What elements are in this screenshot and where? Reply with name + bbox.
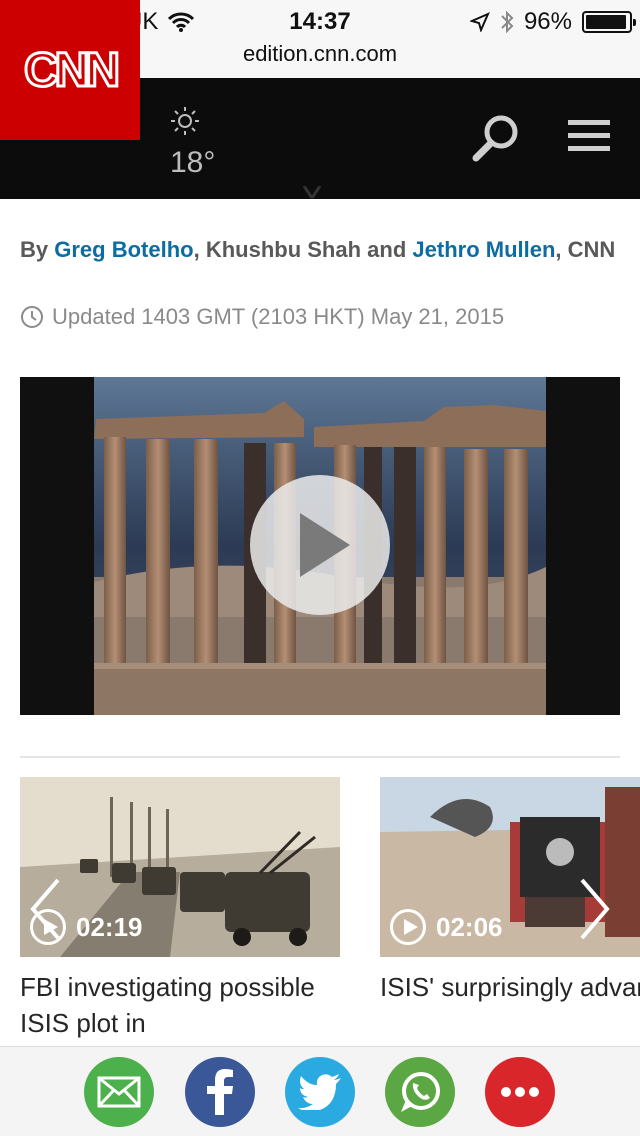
author-link-greg-botelho[interactable]: Greg Botelho bbox=[54, 237, 193, 262]
sun-icon bbox=[171, 107, 199, 135]
location-arrow-icon bbox=[469, 12, 490, 32]
share-whatsapp-button[interactable] bbox=[385, 1057, 455, 1127]
hamburger-menu-button[interactable] bbox=[568, 120, 610, 159]
video-card[interactable]: 02:19 FBI investigating possible ISIS pl… bbox=[20, 777, 340, 1041]
share-more-button[interactable] bbox=[485, 1057, 555, 1127]
cnn-logo-text: CNN bbox=[24, 44, 117, 97]
byline: By Greg Botelho, Khushbu Shah and Jethro… bbox=[20, 232, 620, 268]
duration-text: 02:06 bbox=[436, 911, 503, 942]
section-divider bbox=[20, 756, 620, 758]
share-email-button[interactable] bbox=[84, 1057, 154, 1127]
headline-fragment bbox=[300, 186, 330, 200]
search-icon bbox=[472, 115, 518, 162]
battery-fill bbox=[586, 15, 627, 29]
battery-percent: 96% bbox=[523, 8, 572, 35]
video-player[interactable] bbox=[20, 377, 620, 715]
cnn-logo[interactable]: CNN bbox=[0, 0, 140, 140]
chevron-right-icon bbox=[580, 878, 610, 940]
carousel-prev-button[interactable] bbox=[28, 876, 62, 947]
battery-icon bbox=[582, 11, 636, 33]
url-text: edition.cnn.com bbox=[242, 41, 398, 66]
more-icon bbox=[501, 1087, 539, 1097]
author-khushbu-shah: Khushbu Shah bbox=[205, 237, 362, 262]
video-card-title[interactable]: ISIS' surprisingly advanced bureaucr bbox=[380, 969, 640, 1005]
temperature: 18° bbox=[170, 146, 216, 179]
weather-widget[interactable]: 18° bbox=[170, 106, 215, 180]
status-right: 96% bbox=[469, 8, 636, 36]
share-facebook-button[interactable] bbox=[185, 1057, 255, 1127]
video-card-thumbnail[interactable]: 02:19 bbox=[20, 777, 340, 957]
video-duration: 02:06 bbox=[390, 907, 503, 947]
search-button[interactable] bbox=[470, 112, 522, 169]
byline-separator: , bbox=[193, 237, 206, 262]
clock-icon bbox=[21, 306, 43, 328]
share-twitter-button[interactable] bbox=[285, 1057, 355, 1127]
updated-text: Updated 1403 GMT (2103 HKT) May 21, 2015 bbox=[52, 304, 505, 329]
author-link-jethro-mullen[interactable]: Jethro Mullen bbox=[412, 237, 555, 262]
play-icon[interactable] bbox=[250, 475, 390, 615]
byline-separator: and bbox=[361, 237, 413, 262]
email-icon bbox=[97, 1076, 141, 1108]
video-card-title[interactable]: FBI investigating possible ISIS plot in bbox=[20, 969, 340, 1041]
carousel-next-button[interactable] bbox=[578, 876, 612, 947]
twitter-icon bbox=[298, 1074, 341, 1110]
updated-timestamp: Updated 1403 GMT (2103 HKT) May 21, 2015 bbox=[20, 304, 504, 330]
cnn-logo-mark: CNN bbox=[23, 43, 123, 99]
byline-suffix: , CNN bbox=[555, 237, 616, 262]
bluetooth-icon bbox=[501, 10, 514, 34]
facebook-icon bbox=[207, 1069, 233, 1115]
hamburger-menu-icon bbox=[568, 120, 610, 125]
play-circle-icon bbox=[390, 909, 426, 945]
share-bar bbox=[0, 1046, 640, 1136]
byline-prefix: By bbox=[20, 237, 55, 262]
whatsapp-icon bbox=[401, 1072, 440, 1112]
duration-text: 02:19 bbox=[76, 911, 143, 942]
chevron-left-icon bbox=[30, 878, 60, 940]
